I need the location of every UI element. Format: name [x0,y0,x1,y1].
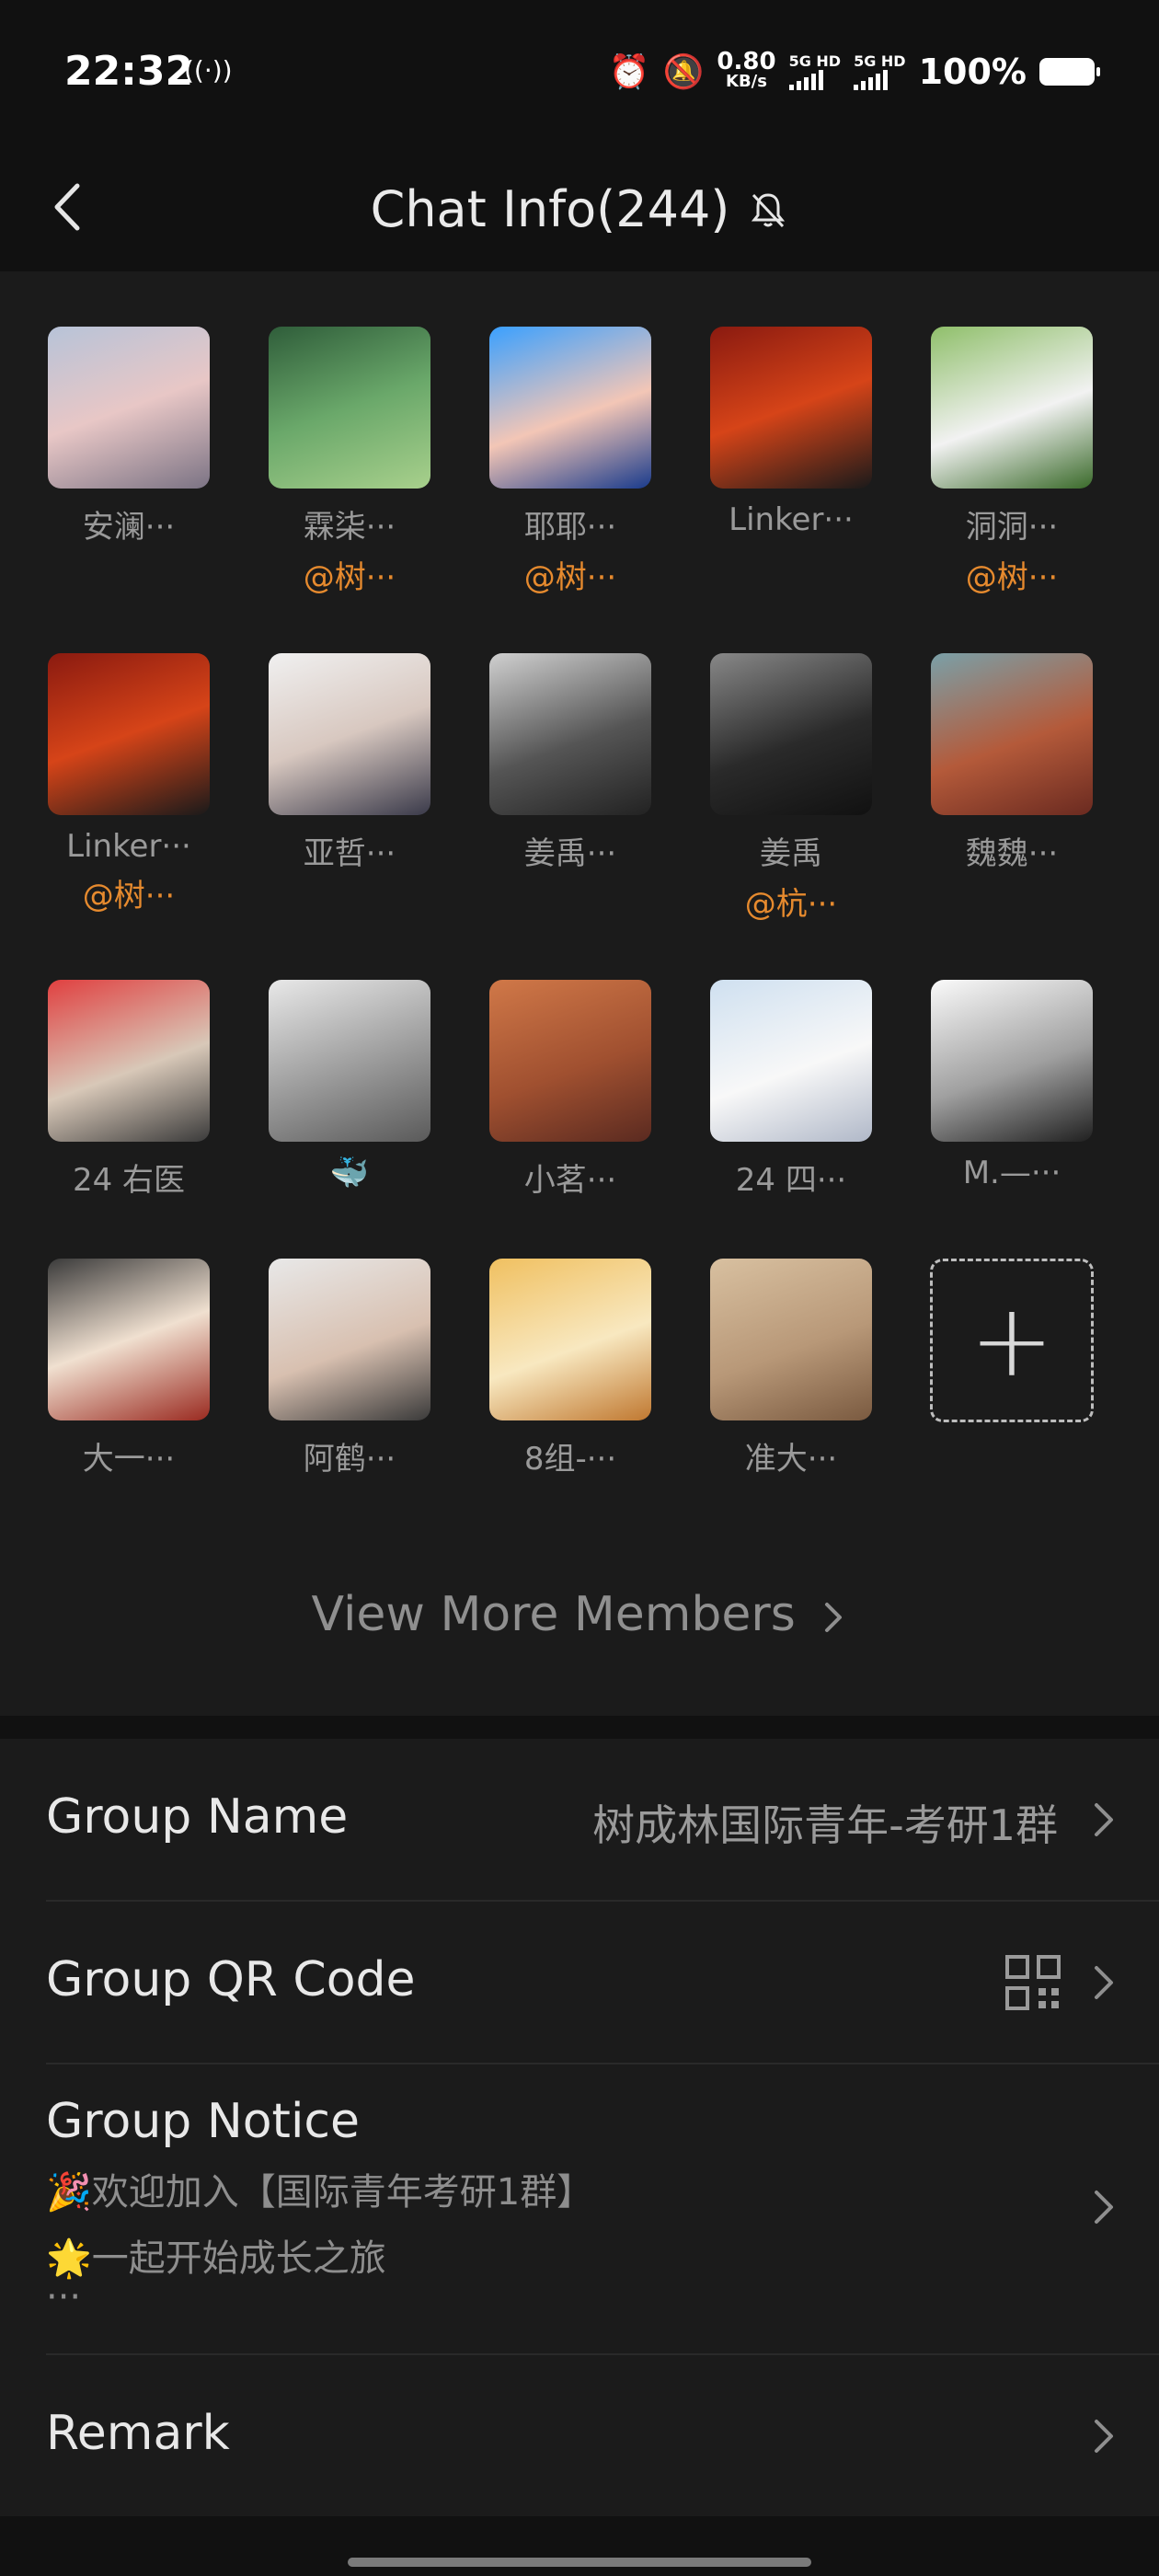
page-title: Chat Info(244) [370,180,730,238]
avatar[interactable] [269,980,430,1142]
avatar[interactable] [489,653,651,815]
member-tile[interactable]: 24 右医 [37,980,221,1200]
status-bar: 22:32 ((·)) ⏰ 🔕 0.80 KB/s 5G HD 5G HD 10… [0,0,1159,147]
qr-code-icon [1005,1955,1061,2010]
avatar[interactable] [269,327,430,489]
chevron-right-icon [1095,1803,1113,1836]
member-tile[interactable]: Linker··· @树··· [37,653,221,915]
group-qr-code-row[interactable]: Group QR Code [46,1902,1159,2063]
group-notice-row[interactable]: Group Notice 🎉欢迎加入【国际青年考研1群】 🌟一起开始成长之旅 ·… [46,2064,1159,2346]
avatar[interactable] [931,980,1093,1142]
group-qr-code-label: Group QR Code [46,1952,416,2007]
member-tile[interactable]: 24 四··· [699,980,883,1200]
member-tile[interactable]: 🐳 [258,980,442,1191]
add-member-button[interactable]: + [930,1259,1094,1422]
mute-bell-icon: 🔕 [662,53,705,91]
plus-icon: + [969,1282,1055,1399]
member-tile[interactable]: 姜禹··· [478,653,662,873]
avatar[interactable] [269,1259,430,1420]
member-tile[interactable]: 魏魏··· [920,653,1104,873]
member-tile[interactable]: 大一··· [37,1259,221,1478]
avatar[interactable] [710,980,872,1142]
chevron-right-icon [1095,2191,1113,2224]
avatar[interactable] [48,653,210,815]
chevron-right-icon [1095,2420,1113,2453]
group-notice-label: Group Notice [46,2094,360,2149]
avatar[interactable] [489,327,651,489]
member-tile[interactable]: 8组-··· [478,1259,662,1478]
member-tile[interactable]: 安澜··· [37,327,221,546]
avatar[interactable] [710,653,872,815]
view-more-members-link[interactable]: View More Members [0,1587,1159,1642]
avatar[interactable] [710,1259,872,1420]
chevron-right-icon [1095,1966,1113,1999]
avatar[interactable] [710,327,872,489]
sim1-signal-icon: 5G HD [788,53,841,90]
add-member-tile[interactable]: + [920,1259,1104,1422]
group-name-label: Group Name [46,1789,349,1845]
alarm-clock-icon: ⏰ [608,53,650,91]
member-tile[interactable]: 耶耶··· @树··· [478,327,662,597]
remark-label: Remark [46,2406,230,2461]
avatar[interactable] [48,980,210,1142]
avatar[interactable] [48,1259,210,1420]
chevron-right-icon [825,1603,843,1632]
top-app-bar: Chat Info(244) [0,147,1159,271]
avatar[interactable] [931,653,1093,815]
member-tile[interactable]: M.—··· [920,980,1104,1191]
battery-percentage: 100% [918,52,1027,92]
member-tile[interactable]: 准大··· [699,1259,883,1478]
member-tile[interactable]: 洞洞··· @树··· [920,327,1104,597]
status-icons: ⏰ 🔕 0.80 KB/s 5G HD 5G HD 100% [608,44,1100,99]
avatar[interactable] [48,327,210,489]
muted-bell-icon [752,192,786,227]
member-tile[interactable]: 姜禹 @杭··· [699,653,883,924]
member-tile[interactable]: 阿鹤··· [258,1259,442,1478]
group-notice-line: 🎉欢迎加入【国际青年考研1群】 [46,2171,594,2214]
member-tile[interactable]: Linker··· [699,327,883,538]
avatar[interactable] [931,327,1093,489]
group-settings-list: Group Name 树成林国际青年-考研1群 Group QR Code Gr… [0,1739,1159,2516]
avatar[interactable] [269,653,430,815]
avatar[interactable] [489,1259,651,1420]
battery-icon [1039,58,1100,86]
group-notice-line: 🌟一起开始成长之旅 [46,2237,386,2280]
sim2-signal-icon: 5G HD [854,53,906,90]
remark-row[interactable]: Remark [46,2355,1159,2516]
home-indicator[interactable] [348,2558,811,2567]
group-notice-ellipsis: ··· [46,2276,82,2318]
members-panel: 安澜··· 霖柒··· @树··· 耶耶··· @树··· Linker··· … [0,271,1159,1716]
wireless-broadcast-icon: ((·)) [184,55,233,86]
member-tile[interactable]: 霖柒··· @树··· [258,327,442,597]
avatar[interactable] [489,980,651,1142]
clock-time: 22:32 [64,48,194,95]
member-tile[interactable]: 亚哲··· [258,653,442,873]
network-speed: 0.80 KB/s [717,48,776,91]
member-tile[interactable]: 小茗··· [478,980,662,1200]
group-name-value: 树成林国际青年-考研1群 [592,1800,1058,1850]
group-name-row[interactable]: Group Name 树成林国际青年-考研1群 [46,1739,1159,1900]
